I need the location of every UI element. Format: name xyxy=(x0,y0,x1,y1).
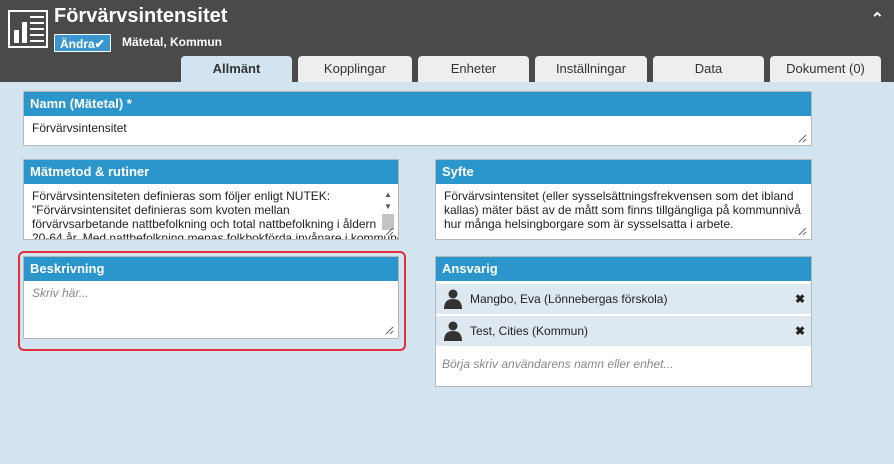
resize-handle-icon[interactable] xyxy=(384,226,394,236)
matmetod-heading: Mätmetod & rutiner xyxy=(24,160,398,184)
page-header: Förvärvsintensitet Ändra✔ Mätetal, Kommu… xyxy=(0,0,894,82)
tab-kopplingar[interactable]: Kopplingar xyxy=(298,56,412,82)
syfte-line: Förvärvsintensitet (eller sysselsättning… xyxy=(444,189,794,203)
resize-handle-icon[interactable] xyxy=(797,133,807,143)
page-title: Förvärvsintensitet xyxy=(54,5,228,27)
syfte-line: hur många helsingborgare som är sysselsa… xyxy=(444,217,734,231)
matmetod-line: 20-64 år. Med nattbefolkning menas folkb… xyxy=(32,231,398,239)
list-item: Mangbo, Eva (Lönnebergas förskola) ✖ xyxy=(436,284,811,314)
tab-enheter[interactable]: Enheter xyxy=(418,56,529,82)
syfte-line: kallas) mäter bäst av de mått som finns … xyxy=(444,203,801,217)
tab-data[interactable]: Data xyxy=(653,56,764,82)
tab-installningar[interactable]: Inställningar xyxy=(535,56,647,82)
matmetod-line: Förvärvsintensiteten definieras som följ… xyxy=(32,189,331,203)
remove-icon[interactable]: ✖ xyxy=(795,284,805,314)
syfte-textarea[interactable]: Förvärvsintensitet (eller sysselsättning… xyxy=(436,184,811,239)
user-icon xyxy=(444,289,462,309)
namn-input[interactable]: Förvärvsintensitet xyxy=(24,116,811,146)
list-item: Test, Cities (Kommun) ✖ xyxy=(436,316,811,346)
namn-panel: Namn (Mätetal) * Förvärvsintensitet xyxy=(23,91,812,146)
matmetod-panel: Mätmetod & rutiner Förvärvsintensiteten … xyxy=(23,159,399,240)
remove-icon[interactable]: ✖ xyxy=(795,316,805,346)
resize-handle-icon[interactable] xyxy=(797,226,807,236)
tab-allmant[interactable]: Allmänt xyxy=(181,56,292,82)
user-name: Mangbo, Eva (Lönnebergas förskola) xyxy=(470,292,668,306)
measure-icon xyxy=(8,10,48,48)
scroll-down-icon[interactable]: ▼ xyxy=(384,200,392,214)
user-list: Mangbo, Eva (Lönnebergas förskola) ✖ Tes… xyxy=(436,281,811,346)
collapse-icon[interactable]: ⌃ xyxy=(871,9,884,29)
tab-bar: Allmänt Kopplingar Enheter Inställningar… xyxy=(0,56,894,82)
highlight-outline xyxy=(18,251,406,351)
ansvarig-heading: Ansvarig xyxy=(436,257,811,281)
namn-heading: Namn (Mätetal) * xyxy=(24,92,811,116)
user-search-placeholder: Börja skriv användarens namn eller enhet… xyxy=(442,357,674,371)
syfte-panel: Syfte Förvärvsintensitet (eller sysselsä… xyxy=(435,159,812,240)
edit-button[interactable]: Ändra✔ xyxy=(54,34,111,52)
user-icon xyxy=(444,321,462,341)
edit-button-label: Ändra xyxy=(60,37,95,51)
ansvarig-panel: Ansvarig Mangbo, Eva (Lönnebergas försko… xyxy=(435,256,812,387)
tab-dokument[interactable]: Dokument (0) xyxy=(770,56,881,82)
namn-value: Förvärvsintensitet xyxy=(32,121,127,135)
page-subtitle: Mätetal, Kommun xyxy=(122,35,223,49)
user-name: Test, Cities (Kommun) xyxy=(470,324,589,338)
matmetod-line: förvärvsarbetande nattbefolkning och tot… xyxy=(32,217,377,231)
user-search-input[interactable]: Börja skriv användarens namn eller enhet… xyxy=(436,352,811,386)
check-icon: ✔ xyxy=(94,37,105,51)
matmetod-textarea[interactable]: Förvärvsintensiteten definieras som följ… xyxy=(24,184,398,239)
matmetod-line: "Förvärvsintensitet definieras som kvote… xyxy=(32,203,290,217)
syfte-heading: Syfte xyxy=(436,160,811,184)
